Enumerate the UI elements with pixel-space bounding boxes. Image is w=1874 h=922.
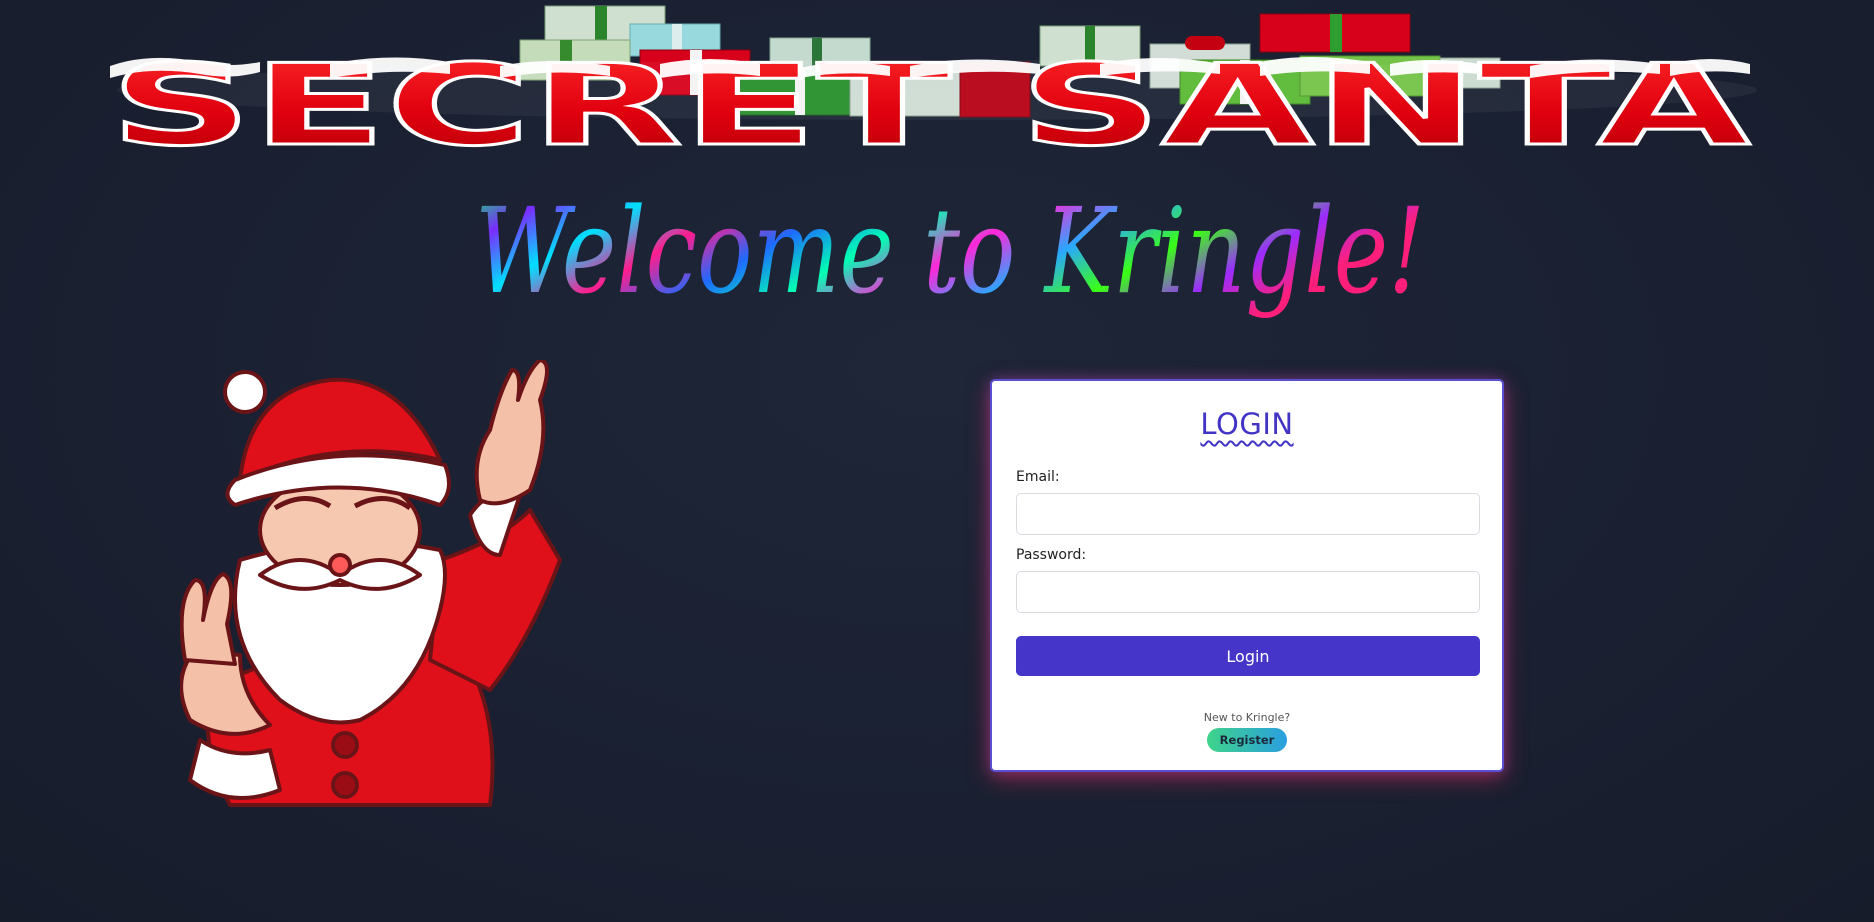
header-banner: SECRET SANTA: [0, 0, 1874, 160]
banner-title: SECRET SANTA: [109, 46, 1753, 156]
register-button[interactable]: Register: [1207, 728, 1287, 752]
new-user-text: New to Kringle?: [1203, 711, 1291, 724]
email-field[interactable]: [1016, 493, 1480, 535]
login-card: LOGIN Email: Password: Login New to Krin…: [990, 379, 1504, 772]
login-title-text: LOGIN: [1200, 407, 1294, 441]
password-label: Password:: [1016, 547, 1087, 563]
welcome-heading: Welcome to Kringle!: [475, 182, 1425, 320]
welcome-text: Welcome to Kringle!: [475, 182, 1425, 320]
login-title: LOGIN: [992, 407, 1502, 441]
email-label: Email:: [1016, 469, 1060, 485]
santa-claus-icon: [180, 360, 562, 807]
login-button[interactable]: Login: [1016, 636, 1480, 676]
password-field[interactable]: [1016, 571, 1480, 613]
